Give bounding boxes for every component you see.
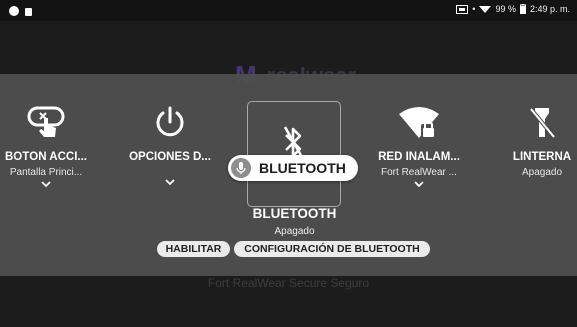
chevron-down-icon[interactable]	[40, 180, 52, 188]
wifi-lock-icon	[399, 107, 439, 138]
tile-subtitle: Fort RealWear ...	[381, 167, 457, 178]
wifi-signal-icon	[479, 5, 492, 13]
notification-dot-icon	[9, 5, 19, 16]
selected-tile-status: Apagado	[274, 226, 315, 237]
tile-title: OPCIONES D...	[129, 151, 211, 163]
tile-title: LINTERNA	[512, 151, 572, 163]
selected-tile-title: BLUETOOTH	[252, 206, 337, 221]
battery-text: 99 %	[495, 4, 516, 14]
tile-bluetooth[interactable]	[247, 101, 341, 207]
background-caption: Fort RealWear Secure Seguro	[207, 276, 370, 290]
bluetooth-settings-button[interactable]: CONFIGURACIÓN DE BLUETOOTH	[234, 241, 430, 257]
hand-pointer-icon	[27, 106, 65, 137]
tile-title: BOTÓN ACCI...	[5, 151, 87, 163]
tile-subtitle: Apagado	[521, 167, 563, 178]
voice-command-hint: BLUETOOTH	[228, 155, 358, 181]
enable-button[interactable]: HABILITAR	[157, 241, 230, 257]
clock: 2:49 p. m.	[529, 4, 570, 14]
battery-icon	[519, 4, 526, 14]
shopping-bag-icon	[25, 7, 32, 16]
sim-card-icon	[456, 4, 469, 14]
chevron-down-icon[interactable]	[413, 180, 425, 188]
tile-subtitle: Pantalla Princi...	[9, 167, 83, 178]
power-icon	[156, 106, 184, 137]
flashlight-off-icon	[529, 107, 556, 139]
microphone-icon	[231, 158, 251, 178]
tile-title: RED INALÁM...	[378, 151, 460, 163]
dot-separator: •	[472, 4, 476, 14]
voice-command-text: BLUETOOTH	[259, 160, 346, 176]
status-bar: • 99 % 2:49 p. m.	[0, 0, 577, 21]
chevron-down-icon[interactable]	[164, 178, 176, 186]
